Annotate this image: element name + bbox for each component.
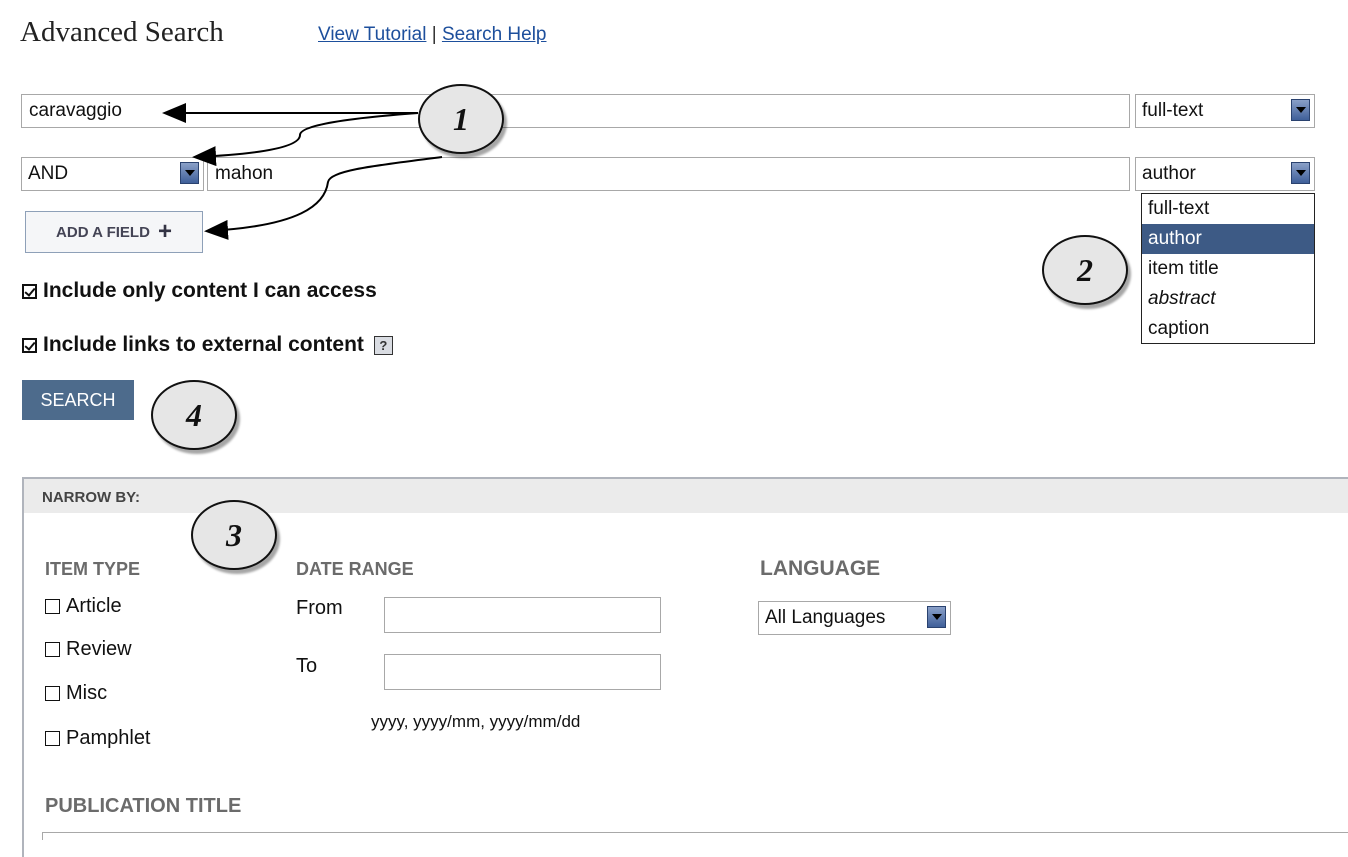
callout-3: 3 (191, 500, 277, 570)
callout-2: 2 (1042, 235, 1128, 305)
arrow-to-operator (192, 112, 419, 167)
callout-4: 4 (151, 380, 237, 450)
arrow-to-add-field (204, 156, 443, 240)
callout-1: 1 (418, 84, 504, 154)
